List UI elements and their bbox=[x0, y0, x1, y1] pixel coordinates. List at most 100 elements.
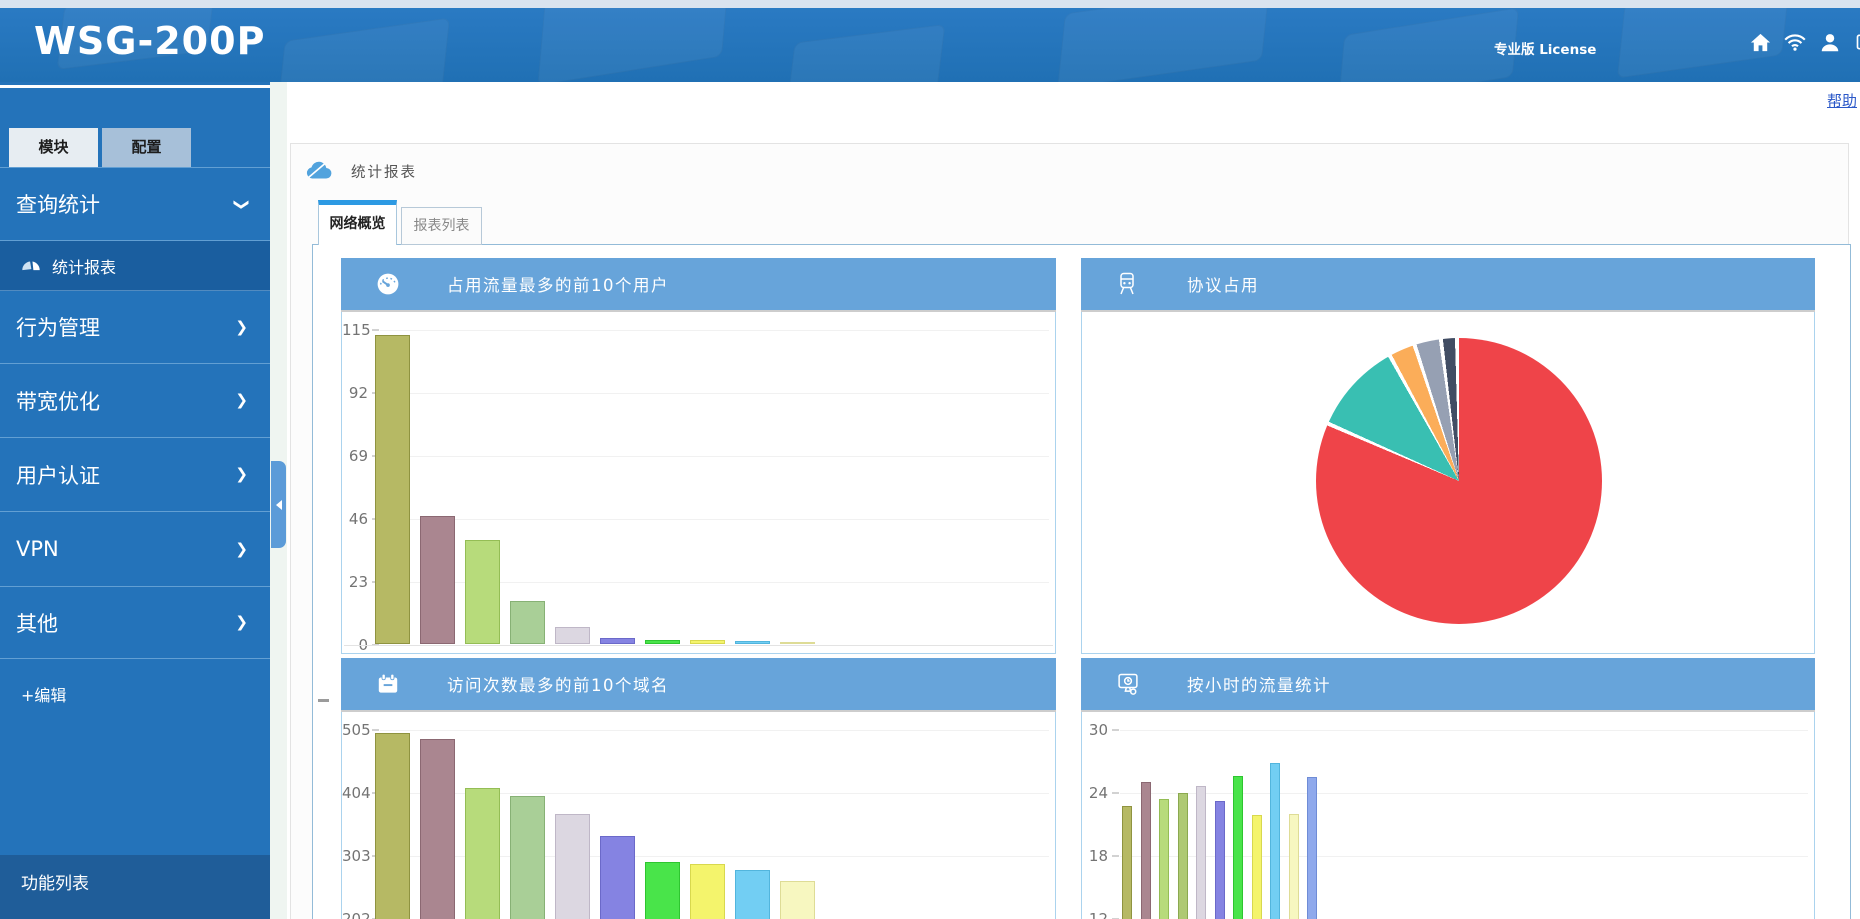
bar bbox=[690, 640, 725, 644]
tab-content-box: 占用流量最多的前10个用户115926946230协议占用访问次数最多的前10个… bbox=[312, 244, 1851, 919]
sidebar-item-label: VPN bbox=[16, 537, 59, 561]
chevron-right-icon: ❯ bbox=[235, 542, 248, 557]
sidebar-item-label: 查询统计 bbox=[16, 189, 100, 219]
sidebar-subitem[interactable]: 统计报表 bbox=[0, 241, 270, 291]
chart-plot: 115926946230 bbox=[341, 312, 1056, 654]
chart-plot bbox=[1081, 312, 1815, 654]
y-axis-tick-label: 18 bbox=[1082, 847, 1108, 865]
y-axis-tick-label: 30 bbox=[1082, 721, 1108, 739]
sidebar-item-label: 带宽优化 bbox=[16, 386, 100, 416]
tab-network-overview[interactable]: 网络概览 bbox=[318, 200, 397, 245]
y-axis-tick-label: 24 bbox=[1082, 784, 1108, 802]
app-header: WSG-200P 专业版 License bbox=[0, 8, 1860, 82]
bar bbox=[1252, 815, 1262, 919]
sidebar: 模块配置 查询统计❯统计报表行为管理❯带宽优化❯用户认证❯VPN❯其他❯ +编辑… bbox=[0, 82, 270, 919]
tick-mark bbox=[1112, 729, 1119, 731]
chart-title: 访问次数最多的前10个域名 bbox=[447, 672, 669, 696]
bar bbox=[555, 627, 590, 645]
chart-title: 占用流量最多的前10个用户 bbox=[447, 272, 669, 296]
y-axis-tick-label: 202 bbox=[342, 910, 368, 919]
chart-panel-header: 占用流量最多的前10个用户 bbox=[341, 258, 1056, 312]
bar bbox=[1141, 782, 1151, 919]
y-axis-tick-label: 69 bbox=[342, 447, 368, 465]
gauge-icon bbox=[375, 271, 401, 297]
edit-link[interactable]: +编辑 bbox=[21, 682, 66, 706]
y-axis-tick-label: 505 bbox=[342, 721, 368, 739]
bar bbox=[465, 540, 500, 644]
chevron-right-icon: ❯ bbox=[235, 615, 248, 630]
y-axis-tick-label: 404 bbox=[342, 784, 368, 802]
chart-panel: 占用流量最多的前10个用户115926946230 bbox=[341, 258, 1056, 654]
bar bbox=[1270, 763, 1280, 919]
y-axis-tick-label: 115 bbox=[342, 321, 368, 339]
bar bbox=[510, 796, 545, 919]
sidebar-item[interactable]: VPN ❯ bbox=[0, 512, 270, 587]
window-icon[interactable] bbox=[1853, 30, 1860, 54]
chart-panel: 协议占用 bbox=[1081, 258, 1815, 654]
y-axis-tick-label: 92 bbox=[342, 384, 368, 402]
tick-mark bbox=[1112, 855, 1119, 857]
gridline bbox=[380, 330, 1049, 331]
monitor-icon bbox=[1115, 671, 1141, 697]
header-icon-group bbox=[1748, 30, 1860, 54]
bar bbox=[1196, 786, 1206, 919]
bar bbox=[375, 733, 410, 919]
sidebar-menu: 查询统计❯统计报表行为管理❯带宽优化❯用户认证❯VPN❯其他❯ bbox=[0, 167, 270, 659]
bar bbox=[690, 864, 725, 919]
keyboard-key-decor bbox=[1057, 8, 1270, 82]
tick-mark bbox=[372, 729, 379, 731]
bar bbox=[735, 870, 770, 919]
keyboard-key-decor bbox=[537, 8, 729, 82]
gridline bbox=[1120, 730, 1808, 731]
sidebar-item[interactable]: 带宽优化 ❯ bbox=[0, 364, 270, 438]
tab-report-list[interactable]: 报表列表 bbox=[401, 207, 482, 245]
sidebar-tab-config[interactable]: 配置 bbox=[102, 128, 191, 167]
panel-resize-dash[interactable] bbox=[318, 699, 329, 702]
gridline bbox=[1120, 793, 1808, 794]
chevron-right-icon: ❯ bbox=[235, 393, 248, 408]
sidebar-tabs: 模块配置 bbox=[9, 128, 191, 167]
chart-title: 按小时的流量统计 bbox=[1187, 672, 1331, 696]
bar bbox=[420, 739, 455, 919]
protocol-pie-chart bbox=[1316, 338, 1602, 624]
home-icon[interactable] bbox=[1748, 30, 1772, 54]
chart-plot: 30241812 bbox=[1081, 712, 1815, 919]
keyboard-key-decor bbox=[787, 24, 946, 82]
bar bbox=[600, 638, 635, 645]
chevron-right-icon: ❯ bbox=[235, 467, 248, 482]
bar bbox=[1122, 806, 1132, 919]
chart-panel: 按小时的流量统计30241812 bbox=[1081, 658, 1815, 919]
wifi-icon[interactable] bbox=[1783, 30, 1807, 54]
bar bbox=[600, 836, 635, 919]
keyboard-key-decor bbox=[1338, 8, 1519, 82]
user-icon[interactable] bbox=[1818, 30, 1842, 54]
chevron-down-icon: ❯ bbox=[234, 198, 249, 211]
sidebar-collapse-handle[interactable] bbox=[271, 461, 286, 548]
bar bbox=[1307, 777, 1317, 919]
help-link[interactable]: 帮助 bbox=[1827, 90, 1857, 111]
y-axis-tick-label: 303 bbox=[342, 847, 368, 865]
sidebar-item-label: 其他 bbox=[16, 608, 58, 638]
report-panel: 统计报表 网络概览报表列表 占用流量最多的前10个用户115926946230协… bbox=[290, 143, 1849, 919]
bar bbox=[1233, 776, 1243, 919]
gridline bbox=[380, 730, 1049, 731]
sidebar-item[interactable]: 查询统计 ❯ bbox=[0, 168, 270, 241]
sidebar-item[interactable]: 行为管理 ❯ bbox=[0, 291, 270, 364]
sidebar-item[interactable]: 用户认证❯ bbox=[0, 438, 270, 512]
cloud-report-icon bbox=[304, 159, 334, 184]
chart-panel: 访问次数最多的前10个域名 505 404 303 202 bbox=[341, 658, 1056, 919]
sidebar-item-label: 行为管理 bbox=[16, 312, 100, 342]
bar bbox=[735, 641, 770, 644]
sidebar-footer: 功能列表 bbox=[0, 855, 270, 919]
sidebar-top-divider bbox=[0, 85, 270, 88]
sidebar-item[interactable]: 其他 ❯ bbox=[0, 587, 270, 659]
y-axis-tick-label: 23 bbox=[342, 573, 368, 591]
tick-mark bbox=[1112, 792, 1119, 794]
bar bbox=[645, 862, 680, 919]
bar bbox=[555, 814, 590, 919]
chart-panel-header: 按小时的流量统计 bbox=[1081, 658, 1815, 712]
sidebar-tab-modules[interactable]: 模块 bbox=[9, 128, 98, 167]
gridline bbox=[380, 393, 1049, 394]
chevron-right-icon: ❯ bbox=[235, 320, 248, 335]
report-panel-title-row: 统计报表 bbox=[304, 159, 417, 184]
